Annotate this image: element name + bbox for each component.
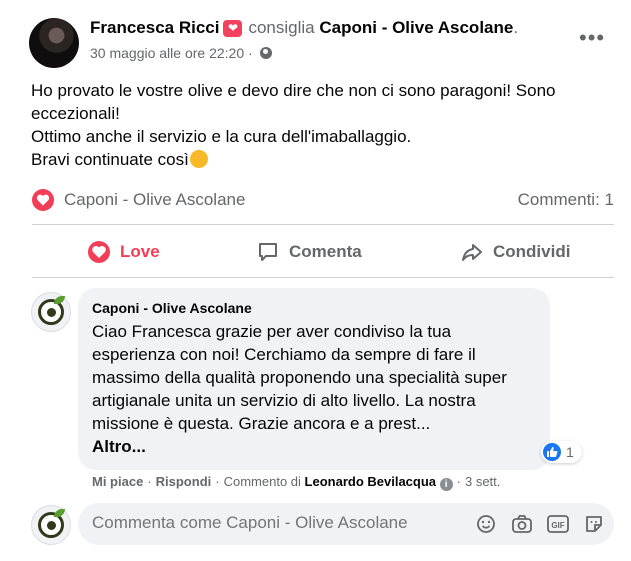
camera-icon[interactable]: [511, 514, 533, 534]
post-card: Francesca Ricci ❤ consiglia Caponi - Olive…: [0, 0, 631, 561]
page-name-suffix: .: [513, 18, 519, 37]
svg-text:GIF: GIF: [551, 521, 564, 530]
see-more-link[interactable]: Altro...: [92, 437, 146, 456]
divider: [32, 224, 614, 225]
comment-like-count[interactable]: 1: [541, 441, 582, 463]
share-button[interactable]: Condividi: [461, 235, 570, 269]
love-reaction-icon[interactable]: [32, 189, 54, 211]
share-arrow-icon: [461, 241, 483, 263]
recommends-text: consiglia: [248, 18, 315, 37]
olive-leaf-icon: [54, 509, 65, 517]
thumbs-up-icon: [543, 443, 561, 461]
olive-logo-core: [47, 521, 56, 530]
reactor-name[interactable]: Caponi - Olive Ascolane: [64, 190, 245, 210]
olive-logo-core: [47, 308, 56, 317]
comment-editor-name[interactable]: Leonardo Bevilacqua: [305, 474, 436, 489]
post-meta: 30 maggio alle ore 22:20 ·: [90, 45, 272, 61]
sticker-icon[interactable]: [583, 514, 605, 534]
comment-bubble: Caponi - Olive Ascolane Ciao Francesca g…: [78, 288, 550, 470]
emoji-icon[interactable]: [475, 514, 497, 534]
composer-avatar[interactable]: [31, 505, 71, 545]
comments-count[interactable]: Commenti: 1: [518, 190, 614, 210]
heart-icon: [88, 241, 110, 263]
post-header: Francesca Ricci ❤ consiglia Caponi - Olive…: [90, 18, 518, 38]
comment-actions: Mi piace · Rispondi · Commento di Leonardo B…: [92, 474, 501, 491]
comment-button-label: Comenta: [289, 242, 362, 261]
comment-like-button[interactable]: Mi piace: [92, 474, 143, 489]
post-text-line-text: Bravi continuate così: [31, 150, 189, 169]
page-name-link[interactable]: Caponi - Olive Ascolane: [319, 18, 513, 37]
comment-text-body: Ciao Francesca grazie per aver condiviso…: [92, 322, 507, 433]
recommendation-icon: ❤: [223, 20, 243, 37]
commenter-avatar[interactable]: [31, 292, 71, 332]
comment-text: Ciao Francesca grazie per aver condiviso…: [92, 320, 536, 458]
comment-reply-button[interactable]: Rispondi: [156, 474, 212, 489]
comment-age[interactable]: 3 sett.: [465, 474, 500, 489]
gif-icon[interactable]: GIF: [547, 514, 569, 534]
love-button[interactable]: Love: [88, 235, 160, 269]
more-options-icon[interactable]: •••: [579, 27, 605, 49]
post-text-line: Ottimo anche il servizio e la cura dell'…: [31, 127, 412, 146]
like-count-value: 1: [566, 444, 574, 460]
author-avatar[interactable]: [29, 18, 79, 68]
post-text-line: Bravi continuate così: [31, 148, 621, 171]
post-text-line: Ho provato le vostre olive e devo dire c…: [31, 81, 556, 123]
comment-button[interactable]: Comenta: [257, 235, 362, 269]
comment-input[interactable]: [92, 513, 462, 533]
reactions-summary: Caponi - Olive Ascolane Commenti: 1: [32, 188, 614, 212]
divider: [32, 277, 614, 278]
post-text: Ho provato le vostre olive e devo dire c…: [31, 79, 621, 171]
globe-icon: [259, 47, 272, 59]
author-name[interactable]: Francesca Ricci: [90, 18, 219, 37]
comment-author[interactable]: Caponi - Olive Ascolane: [92, 298, 536, 318]
comment-by-label: Commento di: [223, 474, 301, 489]
olive-leaf-icon: [54, 296, 65, 304]
share-button-label: Condividi: [493, 242, 571, 261]
love-button-label: Love: [120, 242, 160, 261]
comment-composer[interactable]: GIF: [78, 503, 614, 545]
composer-tools: GIF: [475, 514, 605, 534]
speech-bubble-icon: [257, 241, 279, 263]
clapping-hands-emoji-icon: [189, 150, 208, 168]
info-icon[interactable]: i: [439, 478, 453, 491]
post-timestamp[interactable]: 30 maggio alle ore 22:20 ·: [90, 45, 253, 61]
